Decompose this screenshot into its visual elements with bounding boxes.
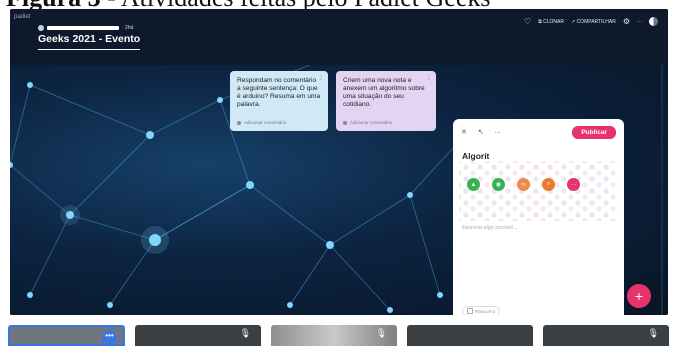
header-actions: ♡ ⧉ CLONAR ↗ COMPARTILHAR ⚙ ··· xyxy=(524,17,658,26)
post-menu-icon[interactable]: ⋮ xyxy=(426,74,432,82)
link-icon[interactable]: ∞ xyxy=(517,178,530,191)
padlet-logo[interactable]: padlet xyxy=(14,14,30,20)
post-card-arduino[interactable]: Respondam no comentário a seguinte sente… xyxy=(230,71,328,131)
author-avatar xyxy=(38,25,44,31)
search-icon[interactable]: ⌕ xyxy=(542,178,555,191)
clone-button[interactable]: ⧉ CLONAR xyxy=(538,19,564,25)
board-title: Geeks 2021 - Evento xyxy=(38,33,141,50)
post-body-input[interactable]: Escreva algo incrível... xyxy=(462,225,517,231)
more-options-icon[interactable]: ... xyxy=(495,128,501,136)
comment-avatar xyxy=(343,121,347,125)
board-author: · 2hd xyxy=(38,25,133,31)
video-tile-1[interactable]: ••• xyxy=(8,325,125,346)
mic-off-icon: 🎙 xyxy=(239,328,251,338)
video-tile-3[interactable]: 🎙 xyxy=(271,325,397,346)
video-tile-5[interactable]: 🎙 xyxy=(543,325,669,346)
board-age: · 2hd xyxy=(122,25,134,31)
share-button[interactable]: ↗ COMPARTILHAR xyxy=(571,19,616,25)
checkbox[interactable] xyxy=(467,308,473,314)
mic-off-icon: 🎙 xyxy=(375,328,387,338)
video-tile-4[interactable] xyxy=(407,325,533,346)
post-text: Respondam no comentário a seguinte sente… xyxy=(237,77,321,108)
video-call-strip: ••• 🎙 🎙 🎙 xyxy=(0,320,673,346)
mic-off-icon: 🎙 xyxy=(647,328,659,338)
close-icon[interactable]: ✕ xyxy=(461,128,467,136)
post-card-algoritmo[interactable]: Criem uma nova nota e anexem um algoritm… xyxy=(336,71,436,131)
comment-field[interactable]: Adicionar comentário xyxy=(237,119,286,127)
heart-icon[interactable]: ♡ xyxy=(524,17,531,26)
comment-avatar xyxy=(237,121,241,125)
editor-toolbar: ✕ ↖ ... xyxy=(461,128,501,136)
vertical-scrollbar[interactable] xyxy=(661,65,663,315)
post-editor: ✕ ↖ ... Publicar Algorit ▲ ◉ ∞ ⌕ ··· Esc… xyxy=(453,119,624,315)
upload-icon[interactable]: ▲ xyxy=(467,178,480,191)
post-text: Criem uma nova nota e anexem um algoritm… xyxy=(343,77,425,108)
more-icon[interactable]: ••• xyxy=(102,330,117,344)
more-icon[interactable]: ··· xyxy=(567,178,580,191)
board-header: padlet · 2hd Geeks 2021 - Evento ♡ ⧉ CLO… xyxy=(10,9,668,65)
post-menu-icon[interactable]: ⋮ xyxy=(318,74,324,82)
user-avatar[interactable] xyxy=(649,17,658,26)
expand-icon[interactable]: ↖ xyxy=(478,128,484,136)
post-title-input[interactable]: Algorit xyxy=(462,151,489,161)
camera-icon[interactable]: ◉ xyxy=(492,178,505,191)
more-menu-icon[interactable]: ··· xyxy=(637,19,642,25)
attachment-background xyxy=(459,161,618,221)
gear-icon[interactable]: ⚙ xyxy=(623,17,630,26)
author-name-redacted xyxy=(47,26,119,30)
add-post-button[interactable]: + xyxy=(627,284,651,308)
attachment-buttons: ▲ ◉ ∞ ⌕ ··· xyxy=(467,178,580,191)
comment-field[interactable]: Adicionar comentário xyxy=(343,119,392,127)
video-tile-2[interactable]: 🎙 xyxy=(135,325,261,346)
publish-button[interactable]: Publicar xyxy=(572,126,616,139)
draft-toggle[interactable]: Rascunho xyxy=(462,306,501,315)
padlet-window: padlet · 2hd Geeks 2021 - Evento ♡ ⧉ CLO… xyxy=(10,9,668,315)
figure-caption: Figura 3 - Atividades feitas pelo Padlet… xyxy=(0,0,673,9)
